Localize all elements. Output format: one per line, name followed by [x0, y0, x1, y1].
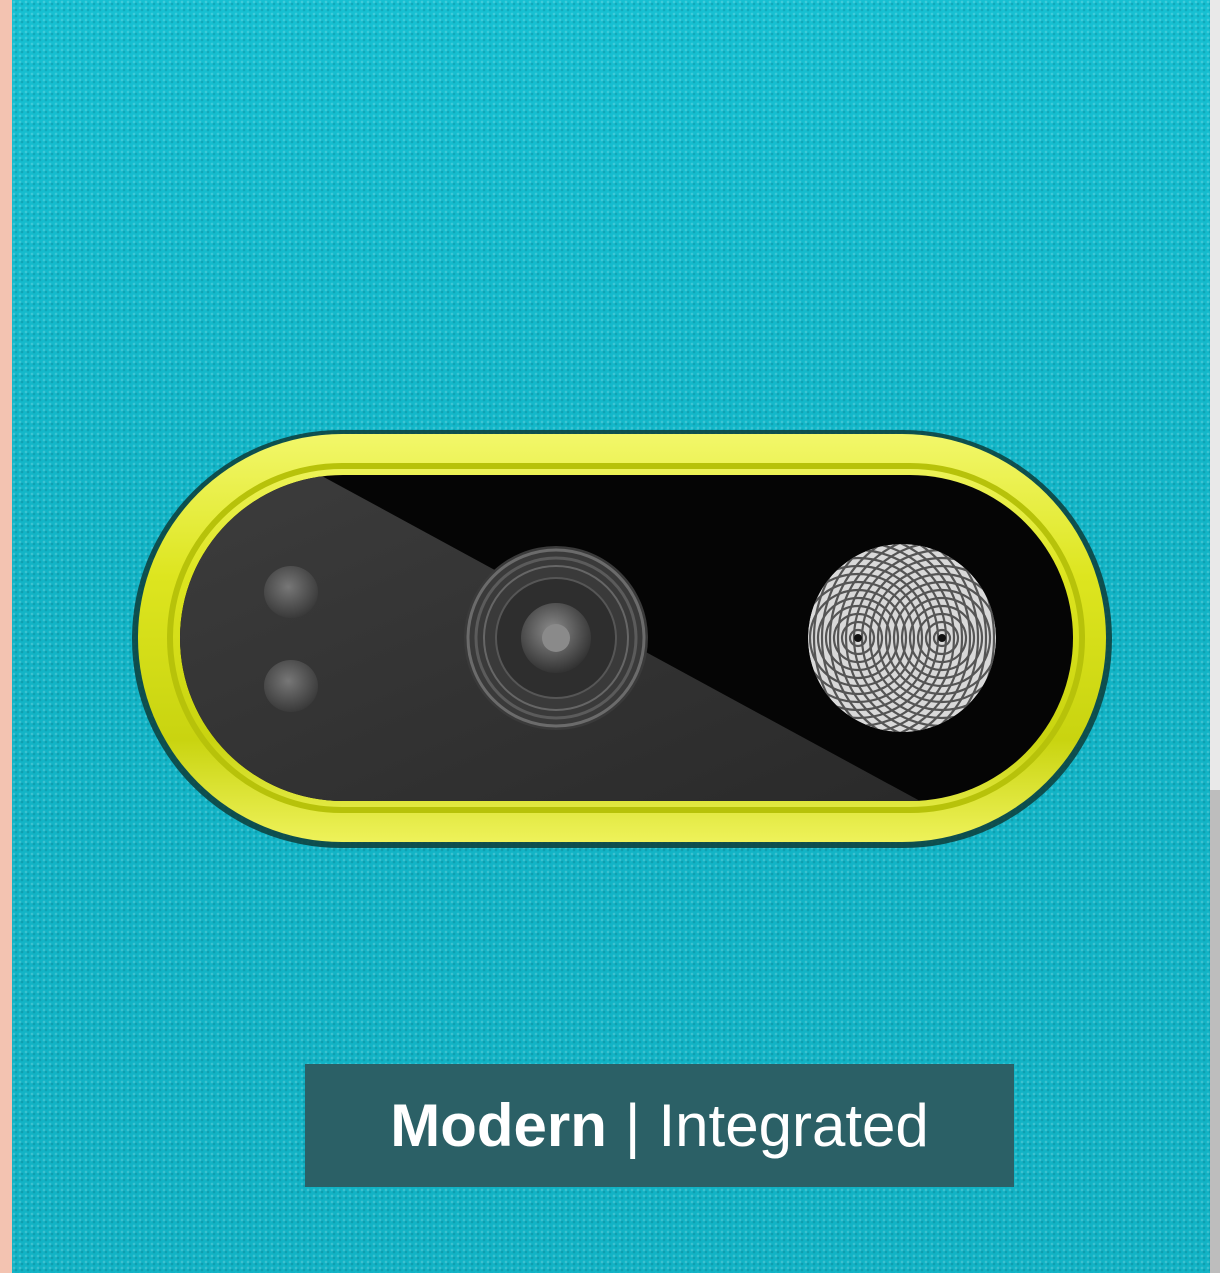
caption-primary: Modern — [390, 1091, 607, 1159]
caption-banner: Modern | Integrated — [305, 1064, 1014, 1187]
camera-lens-icon — [464, 546, 648, 730]
caption-separator: | — [624, 1091, 641, 1159]
caption-secondary: Integrated — [658, 1091, 929, 1159]
photo-frame: Modern | Integrated — [0, 0, 1220, 1273]
